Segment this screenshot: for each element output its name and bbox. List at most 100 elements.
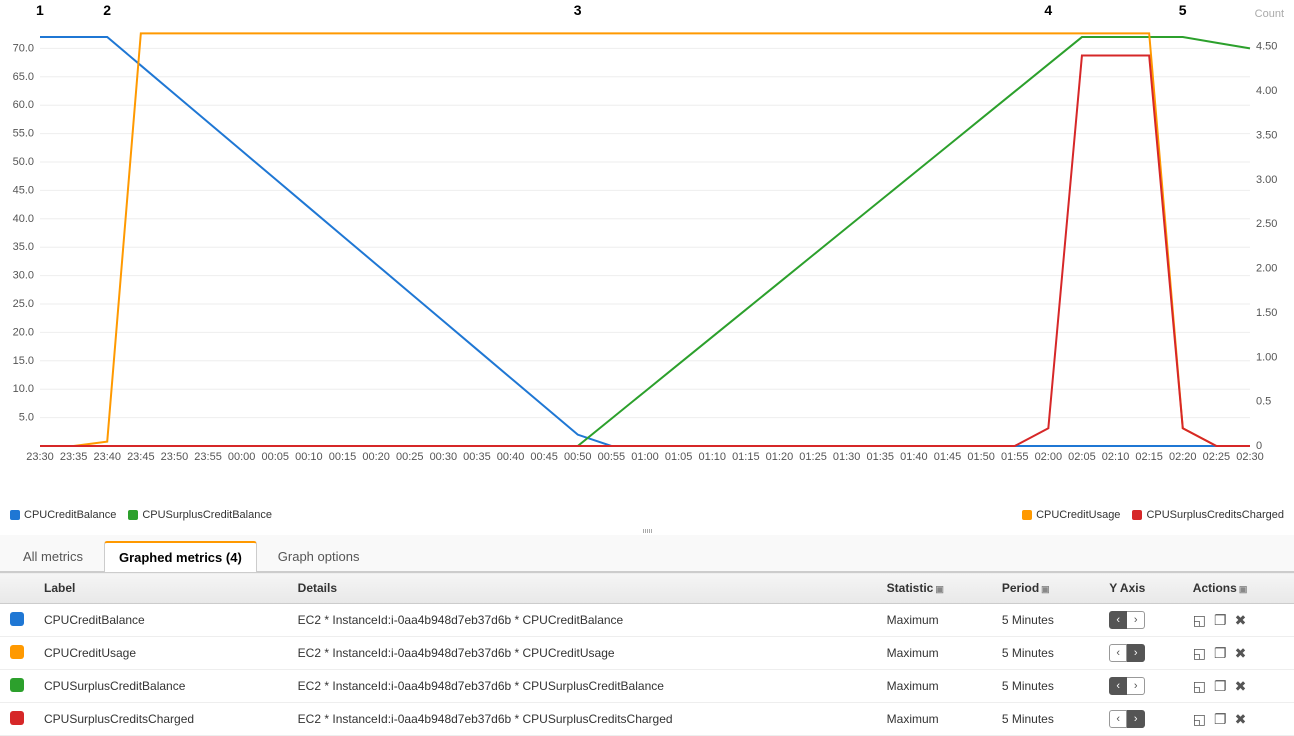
svg-text:00:50: 00:50 xyxy=(564,451,592,463)
series-color-swatch[interactable] xyxy=(10,612,24,626)
svg-text:00:05: 00:05 xyxy=(262,451,290,463)
svg-text:00:30: 00:30 xyxy=(430,451,458,463)
yaxis-right-button[interactable]: › xyxy=(1127,611,1145,629)
svg-text:50.0: 50.0 xyxy=(13,156,34,168)
alarm-icon[interactable]: ◱ xyxy=(1193,645,1206,662)
col-period[interactable]: Period▣ xyxy=(992,573,1099,604)
svg-text:02:00: 02:00 xyxy=(1035,451,1063,463)
yaxis-right-button[interactable]: › xyxy=(1127,710,1145,728)
chart-annotation: 3 xyxy=(574,2,582,18)
duplicate-icon[interactable]: ❐ xyxy=(1214,711,1227,728)
metric-period[interactable]: 5 Minutes xyxy=(992,604,1099,637)
svg-text:02:10: 02:10 xyxy=(1102,451,1130,463)
graphed-metrics-table: Label Details Statistic▣ Period▣ Y Axis … xyxy=(0,572,1294,736)
metric-statistic[interactable]: Maximum xyxy=(877,637,992,670)
legend-item[interactable]: CPUSurplusCreditBalance xyxy=(128,509,272,521)
svg-text:02:30: 02:30 xyxy=(1236,451,1264,463)
svg-text:00:10: 00:10 xyxy=(295,451,323,463)
yaxis-left-button[interactable]: ‹ xyxy=(1109,644,1127,662)
metric-details: EC2 * InstanceId:i-0aa4b948d7eb37d6b * C… xyxy=(288,703,877,736)
svg-text:55.0: 55.0 xyxy=(13,128,34,140)
alarm-icon[interactable]: ◱ xyxy=(1193,678,1206,695)
svg-text:01:20: 01:20 xyxy=(766,451,794,463)
pane-resize-handle[interactable] xyxy=(632,529,662,533)
metric-label[interactable]: CPUCreditUsage xyxy=(34,637,288,670)
tab-graphed-metrics[interactable]: Graphed metrics (4) xyxy=(104,541,257,572)
metric-period[interactable]: 5 Minutes xyxy=(992,703,1099,736)
alarm-icon[interactable]: ◱ xyxy=(1193,711,1206,728)
chart-annotation: 4 xyxy=(1044,2,1052,18)
svg-text:23:50: 23:50 xyxy=(161,451,189,463)
col-actions[interactable]: Actions▣ xyxy=(1183,573,1294,604)
metric-label[interactable]: CPUSurplusCreditsCharged xyxy=(34,703,288,736)
chart-legend: CPUCreditBalanceCPUSurplusCreditBalance … xyxy=(0,505,1294,527)
svg-text:25.0: 25.0 xyxy=(13,298,34,310)
tab-graph-options[interactable]: Graph options xyxy=(263,541,375,571)
chart-annotation: 2 xyxy=(103,2,111,18)
svg-text:01:35: 01:35 xyxy=(867,451,895,463)
metric-label[interactable]: CPUSurplusCreditBalance xyxy=(34,670,288,703)
remove-icon[interactable]: ✖ xyxy=(1235,678,1247,695)
svg-text:0.5: 0.5 xyxy=(1256,396,1271,408)
yaxis-right-button[interactable]: › xyxy=(1127,677,1145,695)
svg-text:40.0: 40.0 xyxy=(13,213,34,225)
svg-text:45.0: 45.0 xyxy=(13,184,34,196)
svg-text:2.00: 2.00 xyxy=(1256,263,1277,275)
metrics-tabs: All metrics Graphed metrics (4) Graph op… xyxy=(0,535,1294,572)
svg-text:02:05: 02:05 xyxy=(1068,451,1096,463)
yaxis-left-button[interactable]: ‹ xyxy=(1109,611,1127,629)
series-color-swatch[interactable] xyxy=(10,678,24,692)
svg-text:2.50: 2.50 xyxy=(1256,218,1277,230)
tab-all-metrics[interactable]: All metrics xyxy=(8,541,98,571)
svg-text:01:05: 01:05 xyxy=(665,451,693,463)
remove-icon[interactable]: ✖ xyxy=(1235,711,1247,728)
legend-item[interactable]: CPUSurplusCreditsCharged xyxy=(1132,509,1284,521)
remove-icon[interactable]: ✖ xyxy=(1235,645,1247,662)
svg-text:01:10: 01:10 xyxy=(698,451,726,463)
yaxis-right-button[interactable]: › xyxy=(1127,644,1145,662)
line-chart[interactable]: 5.010.015.020.025.030.035.040.045.050.05… xyxy=(0,0,1294,470)
svg-text:01:30: 01:30 xyxy=(833,451,861,463)
svg-text:00:35: 00:35 xyxy=(463,451,491,463)
remove-icon[interactable]: ✖ xyxy=(1235,612,1247,629)
svg-text:4.00: 4.00 xyxy=(1256,85,1277,97)
col-details: Details xyxy=(288,573,877,604)
alarm-icon[interactable]: ◱ xyxy=(1193,612,1206,629)
svg-text:01:00: 01:00 xyxy=(631,451,659,463)
metric-label[interactable]: CPUCreditBalance xyxy=(34,604,288,637)
table-row: CPUSurplusCreditBalanceEC2 * InstanceId:… xyxy=(0,670,1294,703)
svg-text:00:40: 00:40 xyxy=(497,451,525,463)
metric-statistic[interactable]: Maximum xyxy=(877,703,992,736)
right-axis-title: Count xyxy=(1255,8,1284,20)
yaxis-left-button[interactable]: ‹ xyxy=(1109,677,1127,695)
svg-text:1.50: 1.50 xyxy=(1256,307,1277,319)
series-color-swatch[interactable] xyxy=(10,645,24,659)
svg-text:1.00: 1.00 xyxy=(1256,351,1277,363)
svg-text:4.50: 4.50 xyxy=(1256,41,1277,53)
legend-item[interactable]: CPUCreditUsage xyxy=(1022,509,1120,521)
svg-text:00:20: 00:20 xyxy=(362,451,390,463)
svg-text:00:55: 00:55 xyxy=(598,451,626,463)
metric-statistic[interactable]: Maximum xyxy=(877,604,992,637)
svg-text:30.0: 30.0 xyxy=(13,270,34,282)
metric-period[interactable]: 5 Minutes xyxy=(992,637,1099,670)
duplicate-icon[interactable]: ❐ xyxy=(1214,645,1227,662)
series-color-swatch[interactable] xyxy=(10,711,24,725)
duplicate-icon[interactable]: ❐ xyxy=(1214,612,1227,629)
svg-text:10.0: 10.0 xyxy=(13,383,34,395)
metric-statistic[interactable]: Maximum xyxy=(877,670,992,703)
yaxis-left-button[interactable]: ‹ xyxy=(1109,710,1127,728)
metric-period[interactable]: 5 Minutes xyxy=(992,670,1099,703)
svg-text:02:15: 02:15 xyxy=(1135,451,1163,463)
table-row: CPUCreditUsageEC2 * InstanceId:i-0aa4b94… xyxy=(0,637,1294,670)
svg-text:01:15: 01:15 xyxy=(732,451,760,463)
svg-text:23:45: 23:45 xyxy=(127,451,155,463)
chart-annotation: 5 xyxy=(1179,2,1187,18)
col-label: Label xyxy=(34,573,288,604)
legend-item[interactable]: CPUCreditBalance xyxy=(10,509,116,521)
col-statistic[interactable]: Statistic▣ xyxy=(877,573,992,604)
svg-text:00:25: 00:25 xyxy=(396,451,424,463)
svg-text:3.50: 3.50 xyxy=(1256,129,1277,141)
duplicate-icon[interactable]: ❐ xyxy=(1214,678,1227,695)
svg-text:65.0: 65.0 xyxy=(13,71,34,83)
